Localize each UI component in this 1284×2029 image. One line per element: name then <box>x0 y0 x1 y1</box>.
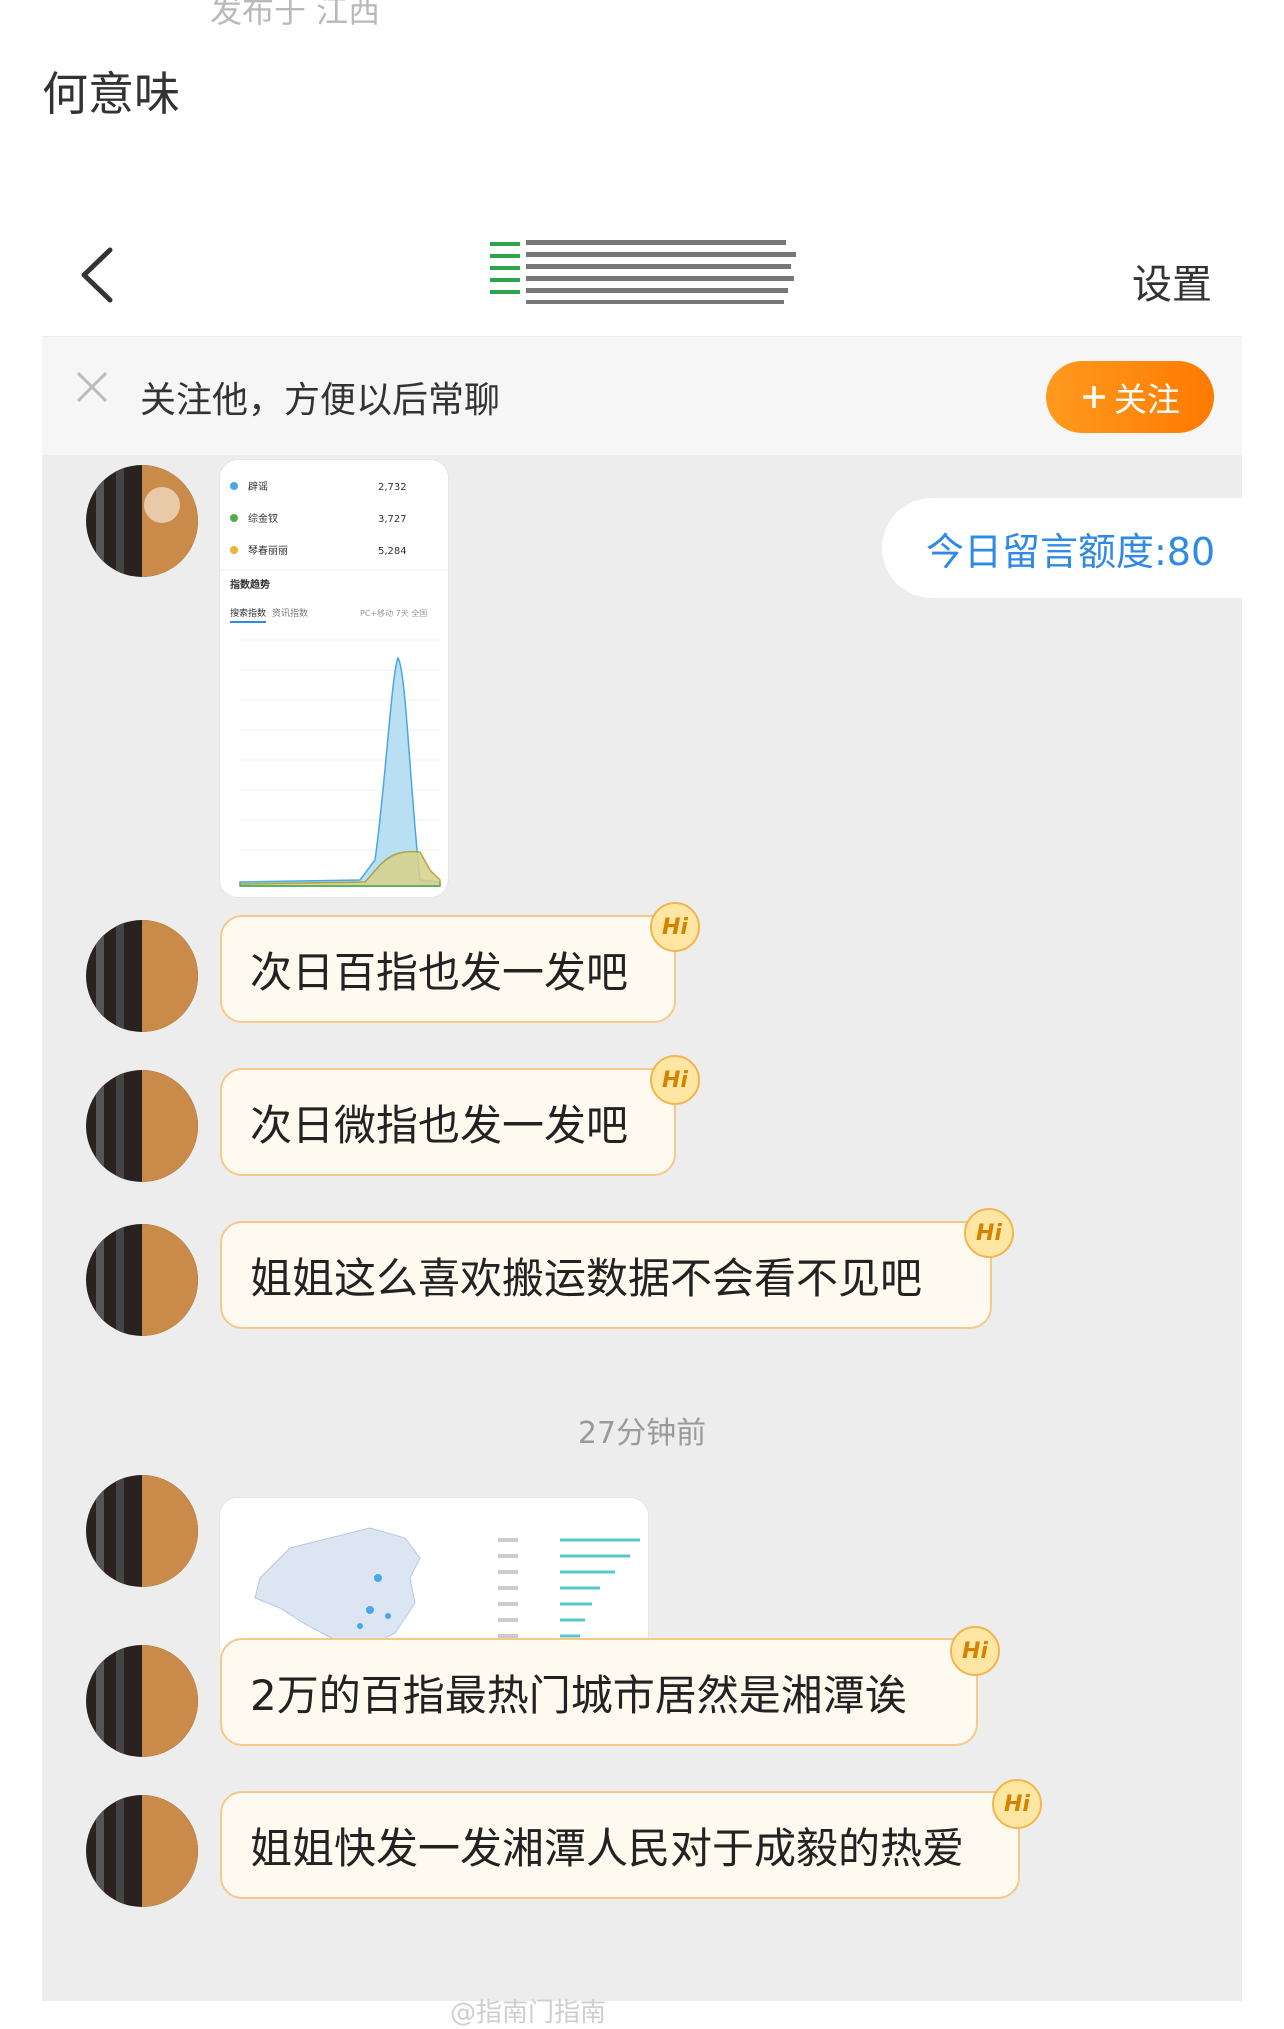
avatar[interactable] <box>86 1224 198 1336</box>
avatar[interactable] <box>86 1795 198 1907</box>
message-text: 次日百指也发一发吧 <box>250 947 629 997</box>
chat-message-bubble: 姐姐这么喜欢搬运数据不会看不见吧 <box>220 1221 992 1329</box>
stats-tab-1: 搜索指数 <box>230 607 266 619</box>
stats-row-1-value: 2,732 <box>378 482 407 493</box>
follow-button-label: 关注 <box>1114 380 1180 419</box>
follow-prompt-text: 关注他，方便以后常聊 <box>140 380 501 421</box>
stats-section-title: 指数趋势 <box>230 578 270 591</box>
hi-badge-icon: Hi <box>992 1779 1042 1829</box>
chat-message-bubble: 次日百指也发一发吧 <box>220 915 676 1023</box>
chat-message-bubble: 姐姐快发一发湘潭人民对于成毅的热爱 <box>220 1791 1020 1899</box>
close-icon[interactable] <box>72 367 112 407</box>
post-text: 何意味 <box>42 67 180 121</box>
nav-bar: 设置 <box>42 218 1242 337</box>
stats-row-2-name: 综金钗 <box>248 512 278 525</box>
chat-message-bubble: 次日微指也发一发吧 <box>220 1068 676 1176</box>
chat-screenshot: 设置 关注他，方便以后常聊 关注 今日留言额度:80 辟谣 2,732 综金钗 … <box>42 218 1242 2001</box>
avatar[interactable] <box>86 465 198 577</box>
stats-dot-3 <box>230 546 238 554</box>
stats-tab-2: 资讯指数 <box>272 607 308 619</box>
stats-row-1-name: 辟谣 <box>248 480 268 493</box>
follow-button[interactable]: 关注 <box>1046 361 1214 433</box>
watermark: @指南门指南 <box>450 1998 607 2028</box>
stats-filter: PC+移动 7天 全国 <box>360 608 427 618</box>
stats-row-3-name: 琴春丽丽 <box>248 545 288 557</box>
post-meta: 发布于 江西 <box>210 0 381 30</box>
message-text: 姐姐快发一发湘潭人民对于成毅的热爱 <box>250 1823 965 1873</box>
hi-badge-icon: Hi <box>950 1626 1000 1676</box>
avatar[interactable] <box>86 920 198 1032</box>
stats-dot-1 <box>230 482 238 490</box>
hi-badge-icon: Hi <box>964 1208 1014 1258</box>
stats-row-3-value: 5,284 <box>378 546 407 557</box>
message-text: 次日微指也发一发吧 <box>250 1100 629 1150</box>
plus-icon <box>1083 386 1105 408</box>
hi-badge-icon: Hi <box>650 902 700 952</box>
avatar[interactable] <box>86 1475 198 1587</box>
blurred-title-icon <box>490 240 796 304</box>
message-quota-pill: 今日留言额度:80 <box>882 498 1242 598</box>
stats-row-2-value: 3,727 <box>378 514 407 525</box>
message-text: 姐姐这么喜欢搬运数据不会看不见吧 <box>250 1253 923 1303</box>
hi-badge-icon: Hi <box>650 1055 700 1105</box>
follow-prompt-bar: 关注他，方便以后常聊 关注 <box>42 337 1242 455</box>
time-separator: 27分钟前 <box>577 1416 707 1451</box>
chat-message-bubble: 2万的百指最热门城市居然是湘潭诶 <box>220 1638 978 1746</box>
back-arrow-icon[interactable] <box>70 240 130 310</box>
stats-screenshot-image[interactable]: 辟谣 2,732 综金钗 3,727 琴春丽丽 5,284 指数趋势 搜索指数 … <box>220 460 448 897</box>
stats-dot-2 <box>230 514 238 522</box>
message-text: 2万的百指最热门城市居然是湘潭诶 <box>250 1670 907 1720</box>
avatar[interactable] <box>86 1645 198 1757</box>
avatar[interactable] <box>86 1070 198 1182</box>
settings-button[interactable]: 设置 <box>1132 252 1212 310</box>
